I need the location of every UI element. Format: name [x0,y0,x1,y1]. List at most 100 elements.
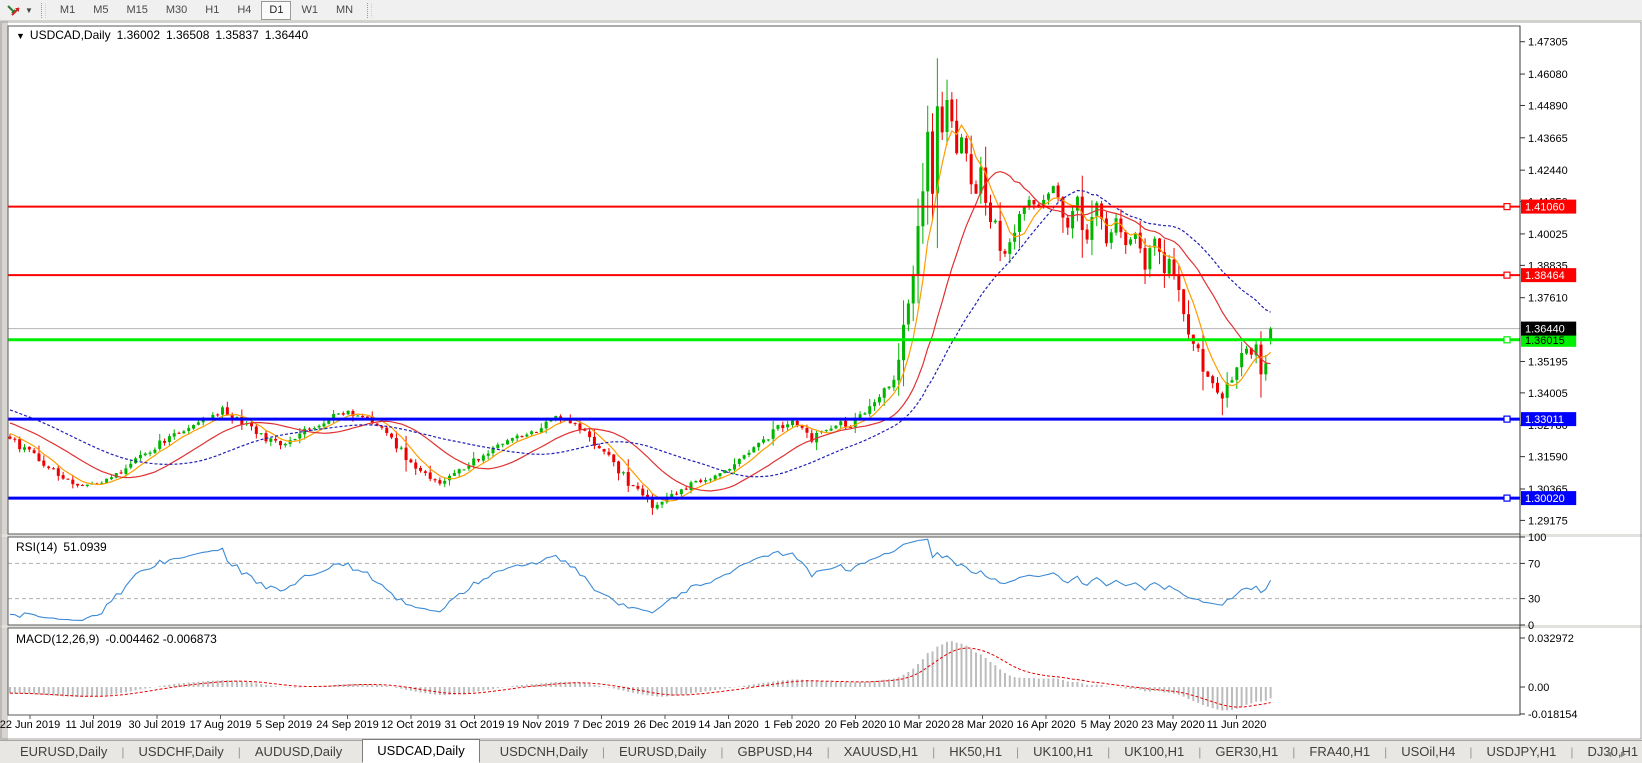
hline-price-chip-label: 1.30020 [1525,493,1565,505]
candle-up [336,413,340,415]
candle-up [916,225,920,275]
date-label: 11 Jul 2019 [65,719,121,731]
candle-down [365,416,369,418]
rsi-indicator-label: RSI(14) 51.0939 [16,540,113,554]
candle-up [839,421,843,426]
candle-up [713,475,717,480]
candle-up [298,433,302,439]
candle-up [486,453,490,456]
candle-down [1104,218,1108,244]
candle-up [887,386,891,389]
hline-handle[interactable] [1503,415,1511,423]
chart-tab-USDJPY-H1[interactable]: USDJPY,H1 [1473,741,1571,763]
chart-tab-AUDUSD-Daily[interactable]: AUDUSD,Daily [241,741,356,763]
timeframe-button-MN[interactable]: MN [328,1,361,20]
tab-scroll-arrows[interactable]: ◄► [1604,749,1634,759]
date-label: 22 Jun 2019 [0,719,60,731]
rsi-axis-label: 100 [1528,532,1546,544]
ohlc-low: 1.35837 [215,28,259,42]
chart-tab-HK50-H1[interactable]: HK50,H1 [935,741,1016,763]
hline-price-chip-label: 1.33011 [1525,414,1564,426]
candle-down [278,441,282,446]
timeframe-button-H1[interactable]: H1 [197,1,227,20]
chart-tab-USOil-H4[interactable]: USOil,H4 [1387,741,1469,763]
candle-up [196,422,200,425]
timeframe-button-D1[interactable]: D1 [261,0,292,20]
hline-handle[interactable] [1503,202,1511,211]
candle-up [443,480,447,484]
price-chart-canvas[interactable]: 1.473051.460801.448901.436651.424401.412… [0,21,1642,740]
collapse-arrow-icon[interactable]: ▼ [16,31,25,41]
chart-tab-USDCNH-Daily[interactable]: USDCNH,Daily [486,741,602,763]
candle-down [37,453,41,462]
candle-down [216,414,220,416]
chart-tab-XAUUSD-H1[interactable]: XAUUSD,H1 [830,741,932,763]
tab-scroll-left-icon[interactable]: ◄ [1604,749,1619,759]
chart-tab-UK100-H1[interactable]: UK100,H1 [1019,741,1107,763]
candle-up [829,428,833,431]
chart-tab-UK100-H1[interactable]: UK100,H1 [1110,741,1198,763]
candle-up [187,428,191,431]
rsi-value: 51.0939 [63,540,107,554]
hline-handle[interactable] [1503,494,1511,502]
chart-tab-GBPUSD-H4[interactable]: GBPUSD,H4 [723,741,826,763]
chart-window: 1.473051.460801.448901.436651.424401.412… [0,21,1642,740]
toolbar-gripper-2 [367,2,373,18]
hline-price-chip-label: 1.38464 [1525,270,1565,282]
candle-down [781,425,785,429]
macd-values: -0.004462 -0.006873 [105,632,217,646]
candle-up [747,452,751,455]
candle-up [911,273,915,304]
macd-axis-label: 0.00 [1528,682,1549,694]
candle-up [496,444,500,449]
timeframe-button-M30[interactable]: M30 [158,1,195,20]
candle-down [18,439,22,450]
chart-tab-USDCHF-Daily[interactable]: USDCHF,Daily [125,741,238,763]
candle-up [129,463,133,468]
hline-handle[interactable] [1503,336,1511,344]
timeframe-button-H4[interactable]: H4 [229,1,259,20]
candle-down [71,479,75,485]
date-label: 30 Jul 2019 [129,719,186,731]
candle-down [177,432,181,434]
price-axis-label: 1.44890 [1528,100,1568,112]
chart-tab-USDCAD-Daily[interactable]: USDCAD,Daily [362,739,480,763]
tab-scroll-right-icon[interactable]: ► [1619,749,1634,759]
candle-down [974,184,978,194]
candle-down [578,423,582,430]
candle-up [679,489,683,495]
candle-down [438,480,442,484]
candle-up [1148,248,1152,270]
candle-up [85,484,89,487]
candle-down [1124,231,1128,246]
chart-tab-EURUSD-Daily[interactable]: EURUSD,Daily [6,741,121,763]
candle-down [1085,229,1089,240]
chart-arrows-icon[interactable] [4,2,22,18]
timeframe-button-W1[interactable]: W1 [293,1,326,20]
candle-up [737,458,741,464]
candle-up [921,191,925,227]
candle-up [399,447,403,449]
chart-tab-EURUSD-Daily[interactable]: EURUSD,Daily [605,741,720,763]
chart-tab-FRA40-H1[interactable]: FRA40,H1 [1295,741,1384,763]
candle-down [1056,185,1060,198]
candle-down [394,438,398,449]
candle-up [148,452,152,454]
timeframe-button-M5[interactable]: M5 [85,1,116,20]
timeframe-button-M1[interactable]: M1 [52,1,83,20]
candle-up [356,415,360,417]
candle-up [694,480,698,483]
chart-tab-GER30-H1[interactable]: GER30,H1 [1201,741,1292,763]
candle-up [259,433,263,435]
hline-handle[interactable] [1503,271,1511,279]
candle-up [172,433,176,437]
rsi-axis-label: 30 [1528,594,1540,606]
chart-symbol-label: USDCAD,Daily [29,28,111,42]
candle-up [1051,186,1055,194]
dropdown-caret-icon[interactable]: ▼ [22,6,36,15]
candle-up [761,439,765,443]
candle-down [969,154,973,185]
macd-axis-label: 0.032972 [1528,633,1574,645]
timeframe-button-M15[interactable]: M15 [118,1,155,20]
candle-up [1264,363,1268,375]
